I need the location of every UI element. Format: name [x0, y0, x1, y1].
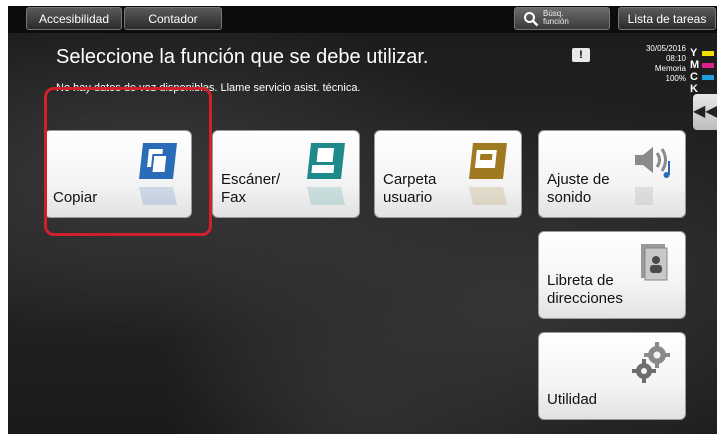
function-search-button[interactable]: Búsq. función — [514, 7, 610, 30]
toner-bar-cyan — [702, 75, 714, 80]
scan-fax-icon — [307, 143, 345, 179]
toner-bar-yellow — [702, 51, 714, 56]
accessibility-button[interactable]: Accesibilidad — [26, 7, 122, 30]
sound-settings-tile[interactable]: Ajuste de sonido — [538, 130, 686, 218]
toner-levels: Y M C K — [690, 48, 716, 96]
top-bar: Accesibilidad Contador Búsq. función Lis… — [8, 6, 717, 33]
user-box-icon — [469, 143, 507, 179]
search-icon — [524, 12, 539, 27]
copy-selection-highlight — [44, 87, 212, 236]
counter-button[interactable]: Contador — [124, 7, 222, 30]
scan-fax-tile[interactable]: Escáner/ Fax — [212, 130, 360, 218]
gear-icon — [632, 342, 670, 383]
task-list-button[interactable]: Lista de tareas — [618, 7, 716, 30]
collapse-panel-button[interactable]: ◀◀ — [693, 94, 717, 130]
address-book-icon — [641, 244, 668, 281]
address-book-tile[interactable]: Libreta de direcciones — [538, 231, 686, 319]
page-title: Seleccione la función que se debe utiliz… — [56, 46, 429, 68]
memory-label: Memoria — [654, 64, 686, 73]
sound-settings-label: Ajuste de sonido — [547, 171, 610, 206]
user-box-label: Carpeta usuario — [383, 171, 437, 206]
status-date: 30/05/2016 — [645, 44, 686, 53]
status-time: 08:10 — [665, 54, 686, 63]
user-box-icon-reflection — [469, 187, 507, 205]
memory-value: 100% — [665, 74, 686, 83]
screen: Accesibilidad Contador Búsq. función Lis… — [8, 6, 717, 434]
scan-fax-label: Escáner/ Fax — [221, 171, 281, 206]
search-label: Búsq. función — [543, 9, 569, 26]
speaker-icon — [635, 147, 670, 178]
warning-icon[interactable]: ! — [572, 48, 590, 62]
address-book-label: Libreta de direcciones — [547, 272, 623, 307]
speaker-icon-reflection — [635, 187, 653, 205]
utility-tile[interactable]: Utilidad — [538, 332, 686, 420]
toner-bar-magenta — [702, 63, 714, 68]
utility-label: Utilidad — [547, 391, 598, 408]
scan-fax-icon-reflection — [307, 187, 345, 205]
toner-bar-black — [702, 87, 714, 92]
user-box-tile[interactable]: Carpeta usuario — [374, 130, 522, 218]
device-status: 30/05/2016 08:10 Memoria 100% — [626, 44, 686, 84]
